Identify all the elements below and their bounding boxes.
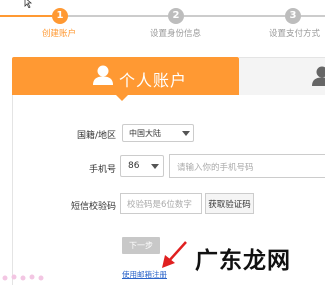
step-line-4 [301,15,325,17]
country-code-value: 86 [128,161,140,171]
step-1-circle: 1 [52,8,68,24]
tab-personal-account[interactable]: 个人账户 [12,57,239,95]
step-line-3 [184,15,285,17]
phone-placeholder: 请输入你的手机号码 [177,163,254,173]
region-label: 国籍/地区 [76,131,116,141]
step-line-1 [0,15,52,17]
person-icon [93,65,113,85]
step-3-circle: 3 [285,8,301,24]
sms-code-input[interactable]: 校验码是6位数字 [120,193,202,214]
step-3-label: 设置支付方式 [269,29,321,39]
decorative-dots [2,274,44,281]
step-2-label: 设置身份信息 [150,29,202,39]
region-select[interactable]: 中国大陆 [122,124,194,142]
phone-input[interactable]: 请输入你的手机号码 [169,154,325,178]
chevron-down-icon [182,131,190,136]
red-arrow-icon [162,241,187,268]
sms-code-label: 短信校验码 [70,202,116,212]
get-code-button[interactable]: 获取验证码 [205,193,254,214]
email-register-link[interactable]: 使用邮箱注册 [122,269,167,280]
tab-enterprise-account[interactable] [239,57,325,95]
step-2-circle: 2 [168,8,184,24]
get-code-label: 获取验证码 [208,200,251,210]
watermark-text: 广东龙网 [195,248,291,274]
step-line-2 [68,15,168,17]
tab-personal-label: 个人账户 [119,71,188,90]
country-code-select[interactable]: 86 [120,155,164,177]
region-value: 中国大陆 [129,129,161,138]
phone-label: 手机号 [88,165,116,175]
mouse-cursor-icon [24,0,33,8]
chevron-down-icon [151,164,159,169]
person-icon [312,66,325,86]
step-1-label: 创建账户 [42,29,77,39]
sms-code-placeholder: 校验码是6位数字 [127,200,192,210]
next-step-button[interactable]: 下一步 [122,237,160,254]
